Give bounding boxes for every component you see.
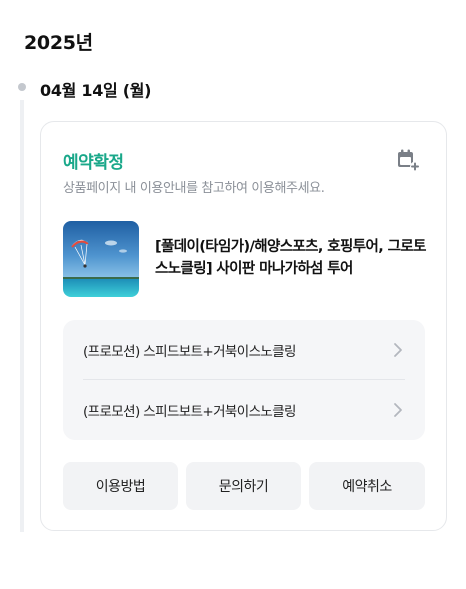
date-heading: 04월 14일 (월) — [40, 81, 152, 100]
reservation-history-page: 2025년 04월 14일 (월) 예약확정 상품페이지 내 이용안내를 참고하… — [0, 0, 466, 589]
how-to-use-button[interactable]: 이용방법 — [63, 462, 178, 510]
usage-notice: 상품페이지 내 이용안내를 참고하여 이용해주세요. — [63, 181, 325, 196]
cancel-reservation-button[interactable]: 예약취소 — [309, 462, 425, 510]
product-title[interactable]: [풀데이(타임가)/해양스포츠, 호핑투어, 그로토 스노클링] 사이판 마나가… — [155, 236, 427, 280]
product-thumbnail[interactable] — [63, 221, 139, 297]
reservation-card: 예약확정 상품페이지 내 이용안내를 참고하여 이용해주세요. [풀데이(타임가… — [40, 121, 447, 531]
reservation-status: 예약확정 — [63, 153, 124, 173]
timeline-line — [20, 100, 24, 532]
timeline-dot — [18, 83, 26, 91]
inquiry-button[interactable]: 문의하기 — [186, 462, 301, 510]
chevron-right-icon — [394, 343, 402, 357]
option-label: (프로모션) 스피드보트+거북이스노클링 — [83, 404, 296, 420]
option-label: (프로모션) 스피드보트+거북이스노클링 — [83, 344, 296, 360]
option-row[interactable]: (프로모션) 스피드보트+거북이스노클링 — [63, 380, 425, 440]
options-panel: (프로모션) 스피드보트+거북이스노클링 (프로모션) 스피드보트+거북이스노클… — [63, 320, 425, 440]
option-row[interactable]: (프로모션) 스피드보트+거북이스노클링 — [63, 320, 425, 380]
calendar-add-icon[interactable] — [395, 147, 421, 173]
year-heading: 2025년 — [24, 32, 93, 54]
chevron-right-icon — [394, 403, 402, 417]
